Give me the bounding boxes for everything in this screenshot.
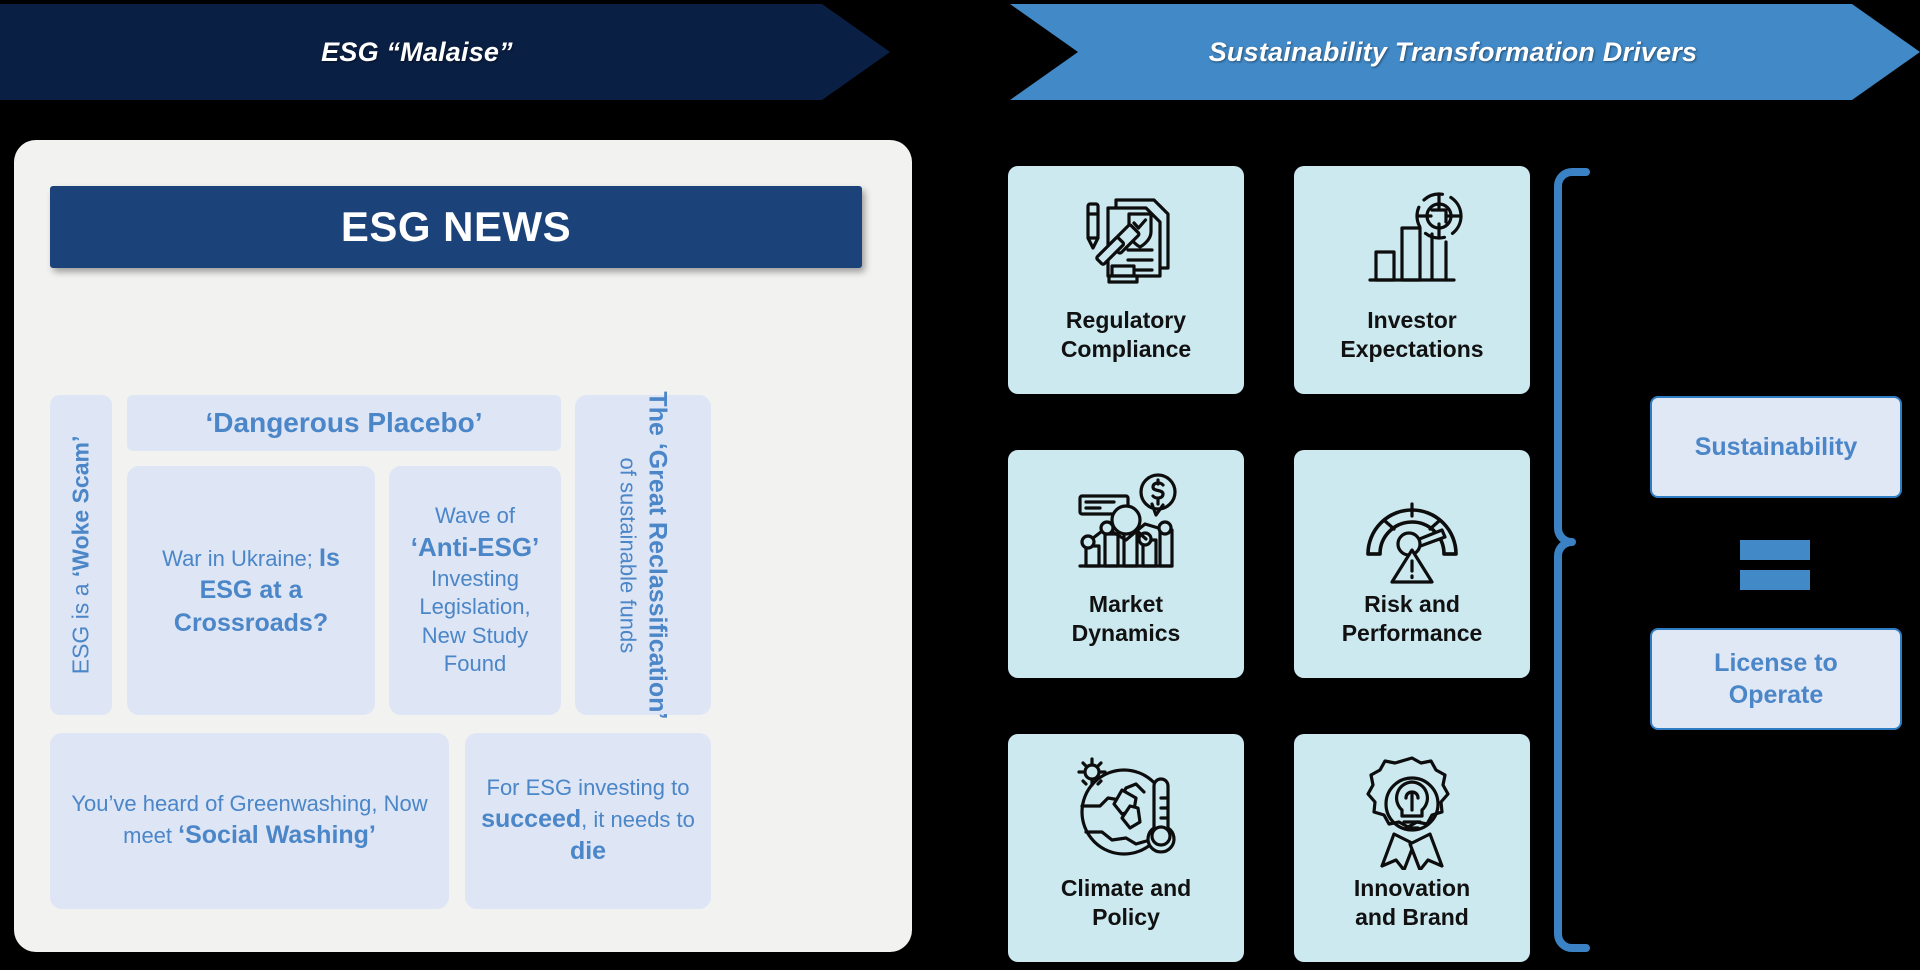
grouping-brace-icon <box>1554 168 1590 952</box>
news-tile-great-reclassification-text: The ‘Great Reclassification’ of sustaina… <box>614 391 673 719</box>
driver-card-label: Regulatory Compliance <box>1060 307 1192 362</box>
anti-esg-plain-1: Wave of <box>435 503 515 529</box>
news-tile-social-washing-text: You’ve heard of Greenwashing, Now meet ‘… <box>68 790 431 851</box>
greenwash-bold: ‘Social Washing’ <box>178 821 376 850</box>
outcome-box-sustainability: Sustainability <box>1650 396 1902 498</box>
news-tile-ukraine-text: War in Ukraine; Is ESG at a Crossroads? <box>141 542 361 640</box>
news-tile-social-washing: You’ve heard of Greenwashing, Now meet ‘… <box>50 733 449 909</box>
page-title: ESG NEWS <box>340 203 572 250</box>
outcome-box-license-to-operate-label: License to Operate <box>1714 648 1838 710</box>
reclass-line-1: The ‘Great Reclassification’ <box>643 391 672 719</box>
woke-scam-bold: ‘Woke Scam’ <box>67 435 94 578</box>
succeed-bold-2: die <box>569 837 607 866</box>
esg-malaise-arrow-label: ESG “Malaise” <box>321 36 513 67</box>
driver-card-label: Innovation and Brand <box>1353 875 1471 930</box>
driver-card-investor-expectations[interactable]: Investor Expectations <box>1294 166 1530 394</box>
woke-scam-plain: ESG is a <box>67 577 94 675</box>
driver-card-regulatory-compliance[interactable]: Regulatory Compliance <box>1008 166 1244 394</box>
driver-card-label: Market Dynamics <box>1071 591 1181 646</box>
reclass-line-2: of sustainable funds <box>615 457 641 653</box>
esg-news-panel: ESG NEWS ESG is a ‘Woke Scam’ ‘Dangerous… <box>14 140 912 952</box>
esg-news-title-bar: ESG NEWS <box>50 186 862 268</box>
outcome-box-license-to-operate: License to Operate <box>1650 628 1902 730</box>
news-tile-anti-esg: Wave of ‘Anti-ESG’ Investing Legislation… <box>389 466 561 715</box>
driver-card-label: Investor Expectations <box>1340 307 1484 362</box>
market-chart-dollar-icon <box>1066 462 1186 590</box>
equals-sign-icon <box>1740 540 1810 590</box>
news-tile-ukraine: War in Ukraine; Is ESG at a Crossroads? <box>127 466 375 715</box>
succeed-plain-1: For ESG investing to <box>486 775 690 801</box>
sustainability-drivers-arrow-label: Sustainability Transformation Drivers <box>1208 36 1698 67</box>
succeed-plain-2: , it needs to <box>581 806 695 832</box>
globe-sun-thermometer-icon <box>1066 746 1186 874</box>
driver-card-market-dynamics[interactable]: Market Dynamics <box>1008 450 1244 678</box>
ukraine-plain: War in Ukraine; <box>162 545 320 571</box>
news-tile-dangerous-placebo-text: ‘Dangerous Placebo’ <box>205 406 483 438</box>
gauge-warning-icon <box>1352 462 1472 590</box>
document-shield-gavel-icon <box>1066 178 1186 306</box>
driver-card-label: Risk and Performance <box>1341 591 1483 646</box>
news-tile-succeed-die-text: For ESG investing to succeed, it needs t… <box>481 774 695 868</box>
bar-chart-target-icon <box>1352 178 1472 306</box>
news-tile-woke-scam: ESG is a ‘Woke Scam’ <box>50 395 112 715</box>
news-tile-succeed-die: For ESG investing to succeed, it needs t… <box>465 733 711 909</box>
succeed-bold-1: succeed <box>481 804 582 833</box>
news-tile-great-reclassification: The ‘Great Reclassification’ of sustaina… <box>575 391 711 719</box>
sustainability-drivers-arrow: Sustainability Transformation Drivers <box>1010 4 1920 100</box>
driver-card-label: Climate and Policy <box>1060 875 1192 930</box>
anti-esg-bold: ‘Anti-ESG’ <box>410 531 540 562</box>
driver-card-climate-and-policy[interactable]: Climate and Policy <box>1008 734 1244 962</box>
news-tile-woke-scam-text: ESG is a ‘Woke Scam’ <box>66 436 96 675</box>
driver-card-risk-and-performance[interactable]: Risk and Performance <box>1294 450 1530 678</box>
esg-malaise-arrow: ESG “Malaise” <box>0 4 890 100</box>
outcome-box-sustainability-label: Sustainability <box>1694 432 1858 461</box>
driver-card-innovation-and-brand[interactable]: Innovation and Brand <box>1294 734 1530 962</box>
news-tile-anti-esg-text: Wave of ‘Anti-ESG’ Investing Legislation… <box>399 502 551 679</box>
anti-esg-plain-2: Investing Legislation, New Study Found <box>419 565 531 677</box>
award-lightbulb-icon <box>1352 746 1472 874</box>
news-tile-dangerous-placebo: ‘Dangerous Placebo’ <box>127 395 561 451</box>
